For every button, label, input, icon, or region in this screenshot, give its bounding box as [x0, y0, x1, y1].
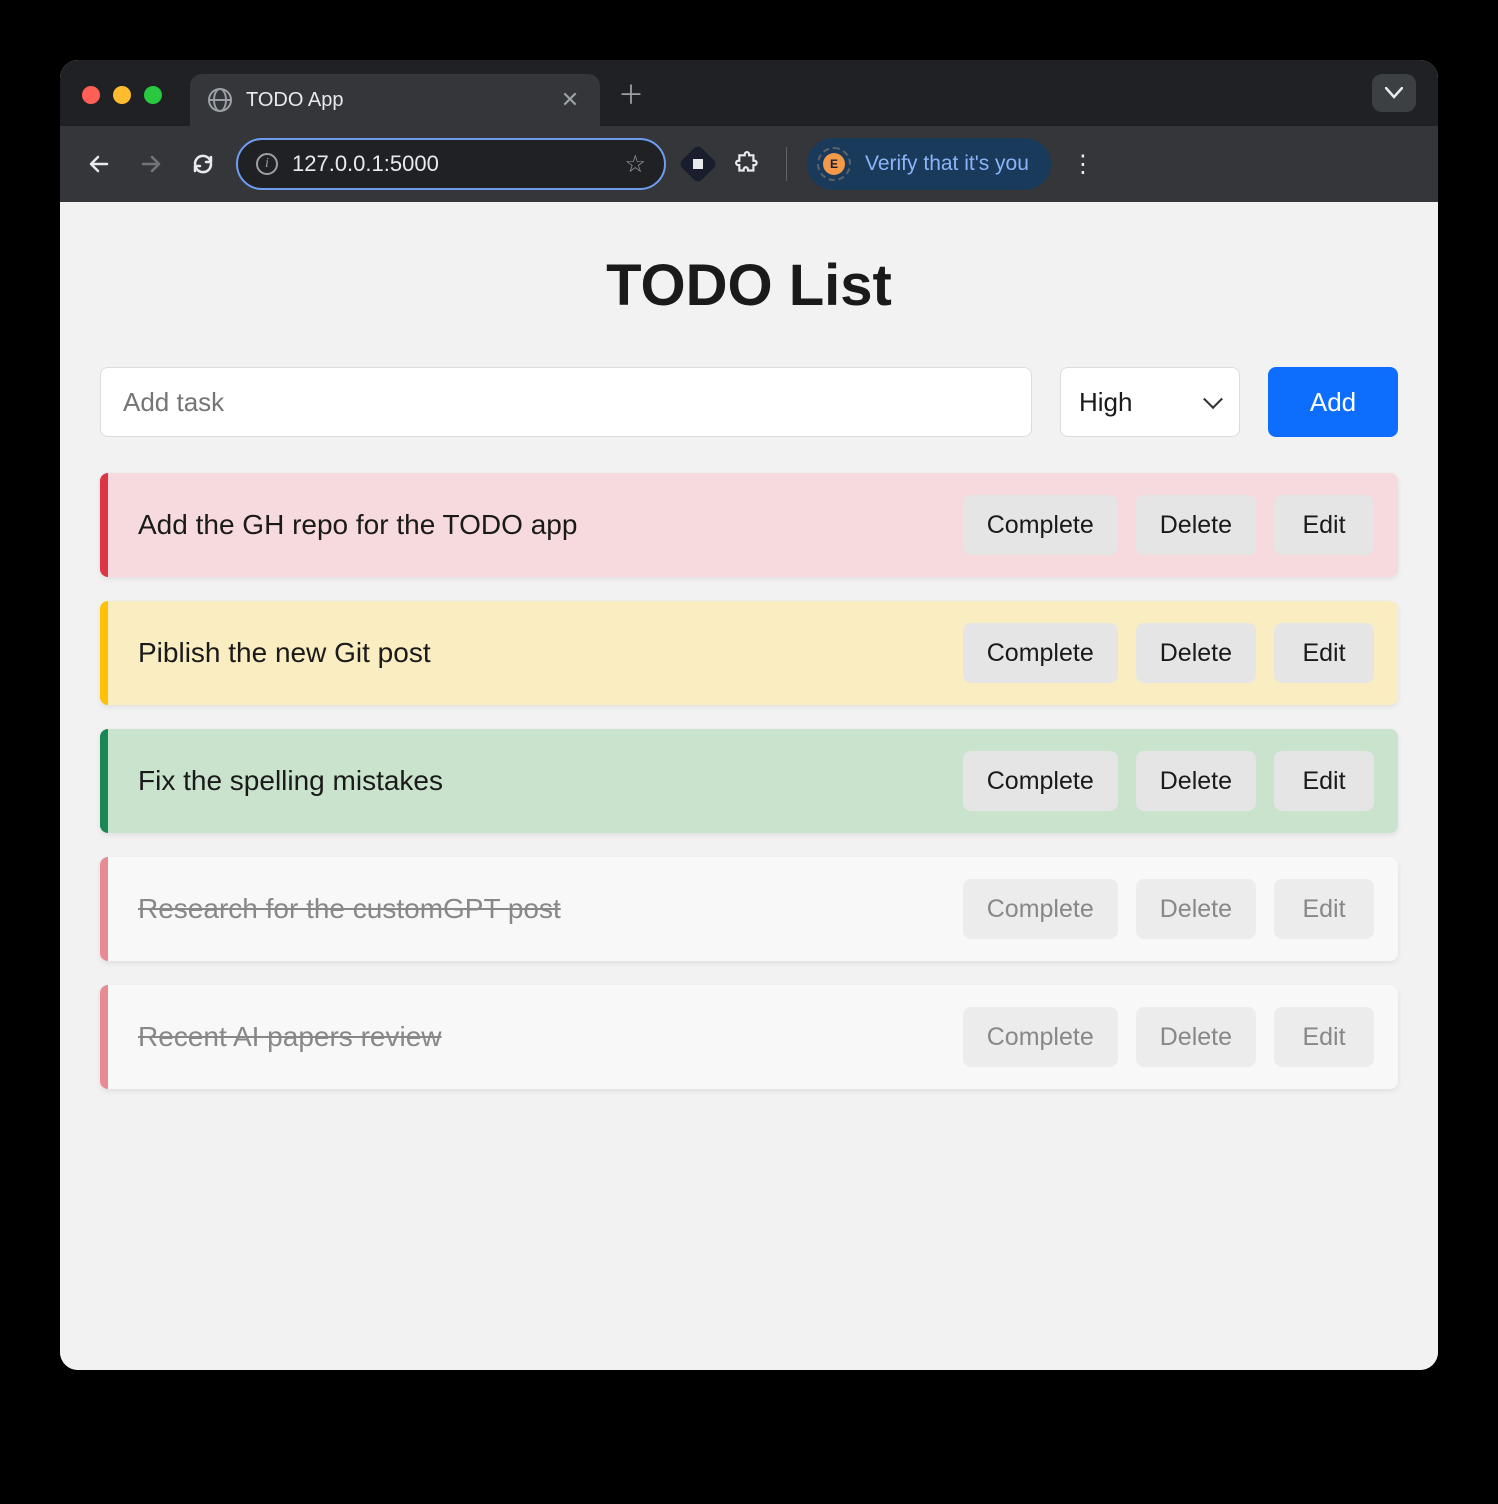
maximize-window-button[interactable] [144, 86, 162, 104]
extension-icon[interactable] [680, 146, 716, 182]
forward-button[interactable] [132, 145, 170, 183]
delete-button[interactable]: Delete [1136, 751, 1256, 811]
browser-toolbar: i 127.0.0.1:5000 ☆ E Verify that it's yo… [60, 126, 1438, 202]
delete-button[interactable]: Delete [1136, 623, 1256, 683]
extensions-puzzle-icon[interactable] [730, 146, 766, 182]
priority-select[interactable]: High [1060, 367, 1240, 437]
complete-button[interactable]: Complete [963, 751, 1118, 811]
chevron-down-icon [1385, 87, 1403, 99]
add-button[interactable]: Add [1268, 367, 1398, 437]
add-task-row: High Add [100, 367, 1398, 437]
toolbar-divider [786, 147, 787, 181]
reload-icon [191, 152, 215, 176]
address-bar[interactable]: i 127.0.0.1:5000 ☆ [236, 138, 666, 190]
back-button[interactable] [80, 145, 118, 183]
edit-button[interactable]: Edit [1274, 623, 1374, 683]
avatar-initial: E [823, 153, 845, 175]
tab-title: TODO App [246, 89, 544, 112]
page-content: TODO List High Add Add the GH repo for t… [60, 202, 1438, 1370]
reload-button[interactable] [184, 145, 222, 183]
task-text: Piblish the new Git post [100, 637, 945, 669]
close-tab-button[interactable]: ✕ [558, 87, 582, 113]
titlebar: TODO App ✕ ＋ [60, 60, 1438, 126]
task-card: Add the GH repo for the TODO app Complete… [100, 473, 1398, 577]
arrow-right-icon [139, 152, 163, 176]
browser-tab[interactable]: TODO App ✕ [190, 74, 600, 126]
task-text: Research for the customGPT post [100, 893, 945, 925]
complete-button[interactable]: Complete [963, 879, 1118, 939]
verify-label: Verify that it's you [865, 152, 1029, 176]
tab-search-button[interactable] [1372, 74, 1416, 112]
edit-button[interactable]: Edit [1274, 879, 1374, 939]
edit-button[interactable]: Edit [1274, 495, 1374, 555]
new-tab-button[interactable]: ＋ [618, 75, 644, 112]
window-controls [82, 86, 162, 104]
page-title: TODO List [100, 252, 1398, 319]
complete-button[interactable]: Complete [963, 1007, 1118, 1067]
task-card: Fix the spelling mistakes Complete Delete E… [100, 729, 1398, 833]
bookmark-star-icon[interactable]: ☆ [624, 150, 646, 179]
edit-button[interactable]: Edit [1274, 1007, 1374, 1067]
task-card: Piblish the new Git post Complete Delete Ed… [100, 601, 1398, 705]
browser-menu-button[interactable]: ⋮ [1065, 150, 1101, 179]
arrow-left-icon [87, 152, 111, 176]
minimize-window-button[interactable] [113, 86, 131, 104]
close-window-button[interactable] [82, 86, 100, 104]
url-text: 127.0.0.1:5000 [292, 151, 610, 177]
task-text: Recent AI papers review [100, 1021, 945, 1053]
complete-button[interactable]: Complete [963, 495, 1118, 555]
globe-icon [208, 88, 232, 112]
edit-button[interactable]: Edit [1274, 751, 1374, 811]
task-text: Fix the spelling mistakes [100, 765, 945, 797]
task-card: Research for the customGPT post Complete D… [100, 857, 1398, 961]
task-input[interactable] [100, 367, 1032, 437]
task-list: Add the GH repo for the TODO app Complete… [100, 473, 1398, 1089]
priority-select-wrap: High [1060, 367, 1240, 437]
complete-button[interactable]: Complete [963, 623, 1118, 683]
delete-button[interactable]: Delete [1136, 495, 1256, 555]
task-card: Recent AI papers review Complete Delete Edi… [100, 985, 1398, 1089]
site-info-icon[interactable]: i [256, 153, 278, 175]
profile-verify-pill[interactable]: E Verify that it's you [807, 138, 1051, 190]
avatar-ring: E [817, 147, 851, 181]
delete-button[interactable]: Delete [1136, 1007, 1256, 1067]
browser-window: TODO App ✕ ＋ i 127.0.0.1:5000 ☆ [60, 60, 1438, 1370]
task-text: Add the GH repo for the TODO app [100, 509, 945, 541]
delete-button[interactable]: Delete [1136, 879, 1256, 939]
